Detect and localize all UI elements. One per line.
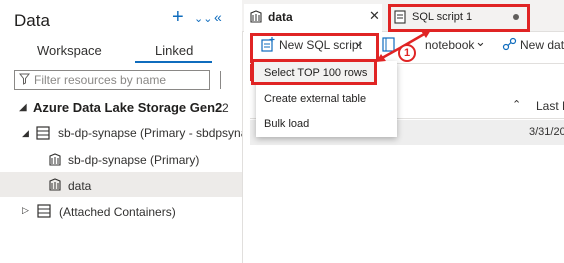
storage-account-icon — [37, 204, 51, 218]
unsaved-dot-icon — [513, 14, 519, 20]
active-tab-indicator — [135, 61, 212, 63]
tree-item-storage-account[interactable]: sb-dp-synapse (Primary - sbdpsyna... — [58, 126, 257, 140]
tab-data[interactable] — [244, 4, 382, 32]
tree-item-primary-container[interactable]: sb-dp-synapse (Primary) — [68, 153, 199, 167]
callout-number: 1 — [398, 44, 416, 62]
sort-ascending-icon[interactable]: ⌃ — [512, 98, 521, 111]
close-icon[interactable]: ✕ — [369, 8, 380, 24]
panel-title: Data — [14, 11, 50, 30]
menu-item-bulk-load[interactable]: Bulk load — [264, 118, 309, 130]
sql-script-icon — [394, 10, 406, 24]
column-header-last-modified[interactable]: Last M — [536, 99, 564, 113]
tab-data-label: data — [268, 10, 293, 24]
container-icon — [49, 178, 61, 191]
container-icon — [250, 10, 262, 23]
chevron-down-icon[interactable]: ⌄ — [475, 34, 486, 50]
new-data-button[interactable]: New data — [520, 38, 564, 52]
menu-item-create-external-table[interactable]: Create external table — [264, 93, 366, 105]
filter-placeholder: Filter resources by name — [34, 73, 167, 87]
new-sql-script-button[interactable]: New SQL script — [279, 38, 362, 52]
container-icon — [49, 153, 61, 166]
table-cell-last-modified: 3/31/20 — [529, 126, 564, 138]
menu-item-select-top-100-rows[interactable]: Select TOP 100 rows — [264, 67, 367, 79]
tab-sql-label: SQL script 1 — [412, 11, 473, 23]
tree-row-selected[interactable] — [0, 172, 242, 197]
filter-icon — [19, 73, 30, 85]
tree-item-attached-containers[interactable]: (Attached Containers) — [59, 205, 176, 219]
new-sql-script-icon — [261, 37, 275, 52]
group-count: 2 — [222, 101, 229, 115]
chevron-right-icon[interactable]: ▷ — [22, 205, 29, 216]
tree-group-label[interactable]: Azure Data Lake Storage Gen2 — [33, 100, 222, 115]
collapse-all-icon[interactable]: ⌄⌄ — [194, 12, 212, 25]
collapse-panel-icon[interactable]: « — [214, 9, 222, 25]
add-icon[interactable]: + — [172, 6, 184, 29]
chevron-down-icon[interactable]: ⌄ — [353, 34, 364, 50]
storage-account-icon — [36, 126, 50, 140]
chevron-down-icon[interactable]: ◢ — [22, 128, 29, 139]
tab-linked[interactable]: Linked — [155, 43, 193, 58]
panel-divider — [220, 71, 221, 89]
new-dataflow-icon — [502, 37, 517, 51]
chevron-down-icon[interactable]: ◢ — [19, 102, 27, 113]
tab-workspace[interactable]: Workspace — [37, 43, 102, 58]
tree-item-data[interactable]: data — [68, 179, 91, 193]
